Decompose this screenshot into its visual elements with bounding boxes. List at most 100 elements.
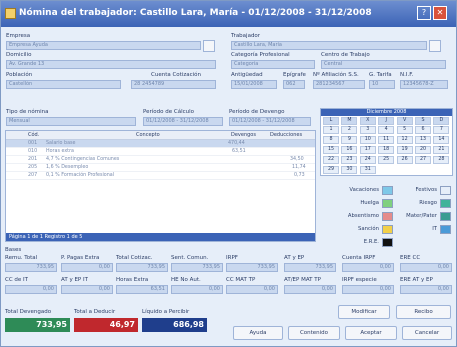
calendar-day[interactable]: 29 <box>323 166 339 174</box>
cancelar-button[interactable]: Cancelar <box>402 326 452 340</box>
poblacion-field[interactable]: Castellón <box>6 80 121 89</box>
calendar-day[interactable]: 28 <box>433 156 450 164</box>
calendar-day[interactable]: 22 <box>323 156 339 164</box>
trabajador-label: Trabajador <box>231 33 261 39</box>
bases-value-field[interactable]: 0,00 <box>61 263 113 272</box>
empresa-lookup-button[interactable] <box>203 40 215 52</box>
calendar-day[interactable]: 19 <box>396 146 413 154</box>
table-row[interactable]: 010 Horas extra 63,51 <box>6 148 315 156</box>
calendar-day[interactable]: 11 <box>378 136 395 144</box>
legend-it-swatch[interactable] <box>440 225 451 234</box>
trabajador-field[interactable]: Castillo Lara, María <box>231 41 427 50</box>
bases-value-field[interactable]: 733,95 <box>284 263 336 272</box>
centro-field[interactable]: Central <box>321 60 446 69</box>
calendar-day[interactable]: 18 <box>378 146 395 154</box>
legend-ere-swatch[interactable] <box>382 238 393 247</box>
table-row[interactable]: 205 1,6 % Desempleo 11,74 <box>6 164 315 172</box>
empresa-field[interactable]: Empresa Ayuda <box>6 41 201 50</box>
trabajador-lookup-button[interactable] <box>429 40 441 52</box>
calendar-day[interactable]: 15 <box>323 146 339 154</box>
calendar-day[interactable]: 24 <box>359 156 376 164</box>
calendar-day[interactable]: 25 <box>378 156 395 164</box>
bases-value-field[interactable]: 0,00 <box>171 285 223 294</box>
contenido-button[interactable]: Contenido <box>288 326 340 340</box>
modificar-button[interactable]: Modificar <box>338 305 390 319</box>
table-row[interactable]: 207 0,1 % Formación Profesional 0,73 <box>6 172 315 180</box>
calendar-day[interactable]: 12 <box>396 136 413 144</box>
bases-value-field[interactable]: 0,00 <box>400 285 452 294</box>
ayuda-button[interactable]: Ayuda <box>233 326 283 340</box>
cuenta-cotizacion-field[interactable]: 28 2454789 <box>131 80 216 89</box>
periodo-devengo-field[interactable]: 01/12/2008 - 31/12/2008 <box>229 117 311 126</box>
bases-value-field[interactable]: 0,00 <box>226 285 278 294</box>
antiguedad-field[interactable]: 15/01/2008 <box>231 80 277 89</box>
legend-sancion-swatch[interactable] <box>382 225 393 234</box>
domicilio-field[interactable]: Av. Grande 13 <box>6 60 216 69</box>
grid-pager[interactable]: Página 1 de 1 Registro 1 de 5 <box>6 233 315 241</box>
calendar-day[interactable]: 7 <box>433 126 450 134</box>
calendar-day[interactable]: 31 <box>359 166 376 174</box>
bases-label: Bases <box>5 247 22 253</box>
calendar-day[interactable]: 16 <box>341 146 358 154</box>
help-icon[interactable]: ? <box>417 6 431 20</box>
calendar[interactable]: Diciembre 2008 L M X J V S D 1 2 3 4 5 6 7 8 9 10 11 12 13 1… <box>320 108 453 176</box>
bases-value-field[interactable]: 0,00 <box>61 285 113 294</box>
row-concept: Salario base <box>46 141 76 146</box>
epigrafe-field[interactable]: 062 <box>283 80 305 89</box>
legend-festivos-swatch[interactable] <box>440 186 451 195</box>
afiliacion-field[interactable]: 281234567 <box>313 80 365 89</box>
periodo-calculo-field[interactable]: 01/12/2008 - 31/12/2008 <box>143 117 223 126</box>
calendar-day[interactable]: 17 <box>359 146 376 154</box>
table-row[interactable]: 201 4,7 % Contingencias Comunes 34,50 <box>6 156 315 164</box>
calendar-day[interactable]: 13 <box>415 136 431 144</box>
bases-value-field[interactable]: 0,00 <box>342 285 394 294</box>
tipo-nomina-select[interactable]: Mensual <box>6 117 136 126</box>
calendar-day[interactable]: 9 <box>341 136 358 144</box>
legend-mater-pater-swatch[interactable] <box>440 212 451 221</box>
bases-value-field[interactable]: 733,95 <box>226 263 278 272</box>
afiliacion-label: Nº Afiliación S.S. <box>313 72 359 78</box>
calendar-day[interactable]: 8 <box>323 136 339 144</box>
legend-riesgo-swatch[interactable] <box>440 199 451 208</box>
calendar-day[interactable]: 5 <box>396 126 413 134</box>
calendar-day[interactable]: 10 <box>359 136 376 144</box>
calendar-day[interactable]: 14 <box>433 136 450 144</box>
close-icon[interactable]: ✕ <box>433 6 447 20</box>
bases-value-field[interactable]: 0,00 <box>5 285 57 294</box>
grid-header: Cód. Concepto Devengos Deducciones <box>6 131 315 140</box>
nif-field[interactable]: 12345678-Z <box>400 80 448 89</box>
g-tarifa-field[interactable]: 10 <box>369 80 395 89</box>
bases-value-field[interactable]: 733,95 <box>171 263 223 272</box>
calendar-day[interactable]: 2 <box>341 126 358 134</box>
legend-huelga-swatch[interactable] <box>382 199 393 208</box>
bases-value-field[interactable]: 0,00 <box>342 263 394 272</box>
bases-value-field[interactable]: 0,00 <box>284 285 336 294</box>
window-title: Nómina del trabajador: Castillo Lara, Ma… <box>19 8 372 18</box>
legend-mater-pater-label: Mater/Pater <box>406 213 437 219</box>
bases-value-field[interactable]: 0,00 <box>400 263 452 272</box>
empresa-label: Empresa <box>6 33 31 39</box>
bases-label-item: ERE CC <box>400 255 421 261</box>
calendar-day[interactable]: 21 <box>433 146 450 154</box>
bases-value-field[interactable]: 63,51 <box>116 285 168 294</box>
categoria-field[interactable]: Categoría <box>231 60 315 69</box>
calendar-day[interactable]: 20 <box>415 146 431 154</box>
legend-absentismo-swatch[interactable] <box>382 212 393 221</box>
calendar-day[interactable]: 23 <box>341 156 358 164</box>
table-row[interactable]: 001 Salario base 470,44 <box>6 140 315 148</box>
bases-value-field[interactable]: 733,95 <box>5 263 57 272</box>
legend-vacaciones-swatch[interactable] <box>382 186 393 195</box>
calendar-day[interactable]: 1 <box>323 126 339 134</box>
calendar-day[interactable]: 3 <box>359 126 376 134</box>
calendar-day[interactable]: 27 <box>415 156 431 164</box>
calendar-day[interactable]: 4 <box>378 126 395 134</box>
recibo-button[interactable]: Recibo <box>396 305 451 319</box>
bases-value-field[interactable]: 733,95 <box>116 263 168 272</box>
concepts-grid[interactable]: Cód. Concepto Devengos Deducciones 001 S… <box>5 130 316 242</box>
calendar-weekday: S <box>415 117 431 125</box>
calendar-day[interactable]: 6 <box>415 126 431 134</box>
calendar-day[interactable]: 30 <box>341 166 358 174</box>
calendar-day[interactable]: 26 <box>396 156 413 164</box>
row-devengo: 63,51 <box>232 149 246 154</box>
aceptar-button[interactable]: Aceptar <box>345 326 397 340</box>
